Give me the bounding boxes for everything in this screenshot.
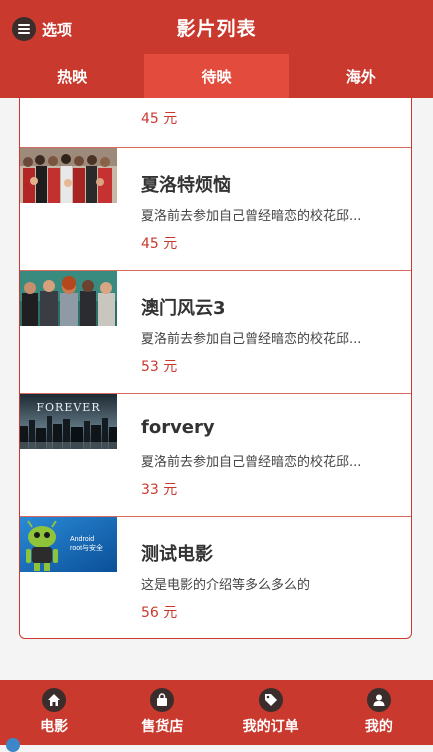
top-bar: 选项 影片列表: [0, 0, 433, 54]
forever-thumb-text: FOREVER: [36, 401, 100, 414]
list-item[interactable]: 45 元: [20, 98, 411, 148]
bag-icon: [150, 688, 175, 712]
nav-label: 售货店: [141, 719, 184, 735]
movie-price: 53 元: [141, 359, 178, 375]
tab-now-showing[interactable]: 热映: [0, 54, 144, 98]
tab-overseas[interactable]: 海外: [289, 54, 433, 98]
movie-price: 33 元: [141, 482, 178, 498]
tab-bar: 热映 待映 海外: [0, 54, 433, 98]
nav-orders[interactable]: 我的订单: [217, 680, 325, 745]
nav-label: 电影: [40, 719, 69, 735]
list-item[interactable]: 澳门风云3 夏洛前去参加自己曾经暗恋的校花邱... 53 元: [20, 271, 411, 394]
nav-label: 我的: [364, 719, 393, 735]
tag-icon: [258, 688, 283, 712]
movie-price: 56 元: [141, 605, 178, 621]
movie-description: 夏洛前去参加自己曾经暗恋的校花邱...: [141, 209, 362, 224]
movie-description: 这是电影的介绍等多么多么的: [141, 578, 311, 593]
android-thumb-text: Android: [70, 536, 94, 543]
movie-price: 45 元: [141, 111, 178, 127]
movie-list: 45 元 夏洛特烦恼 夏洛前去参加自己曾经暗恋的校花邱... 45 元 澳门风云…: [19, 98, 412, 639]
android-robot-thumbnail: Android root与安全: [20, 517, 117, 572]
movie-title: 澳门风云3: [141, 298, 226, 319]
android-thumb-subtext: root与安全: [70, 543, 103, 552]
cast-photo-thumbnail: [20, 271, 117, 326]
movie-description: 夏洛前去参加自己曾经暗恋的校花邱...: [141, 332, 362, 347]
nav-store[interactable]: 售货店: [108, 680, 216, 745]
forever-city-thumbnail: FOREVER: [20, 394, 117, 449]
movie-title: forvery: [141, 417, 215, 438]
tab-coming-soon[interactable]: 待映: [144, 54, 289, 98]
list-item[interactable]: 夏洛特烦恼 夏洛前去参加自己曾经暗恋的校花邱... 45 元: [20, 148, 411, 271]
group-photo-thumbnail: [20, 148, 117, 203]
corner-indicator: [6, 738, 20, 752]
nav-label: 我的订单: [242, 719, 299, 735]
list-item[interactable]: FOREVER forvery 夏洛前去参加自己曾经暗恋的校花邱... 33 元: [20, 394, 411, 517]
page-title: 影片列表: [176, 18, 257, 40]
nav-profile[interactable]: 我的: [325, 680, 433, 745]
movie-title: 测试电影: [141, 544, 213, 565]
movie-description: 夏洛前去参加自己曾经暗恋的校花邱...: [141, 455, 362, 470]
list-item[interactable]: Android root与安全 测试电影 这是电影的介绍等多么多么的 56 元: [20, 517, 411, 638]
nav-movies[interactable]: 电影: [0, 680, 108, 745]
movie-price: 45 元: [141, 236, 178, 252]
home-icon: [42, 688, 67, 712]
movie-title: 夏洛特烦恼: [141, 175, 231, 196]
user-icon: [366, 688, 391, 712]
bottom-nav: 电影 售货店 我的订单 我的: [0, 680, 433, 745]
